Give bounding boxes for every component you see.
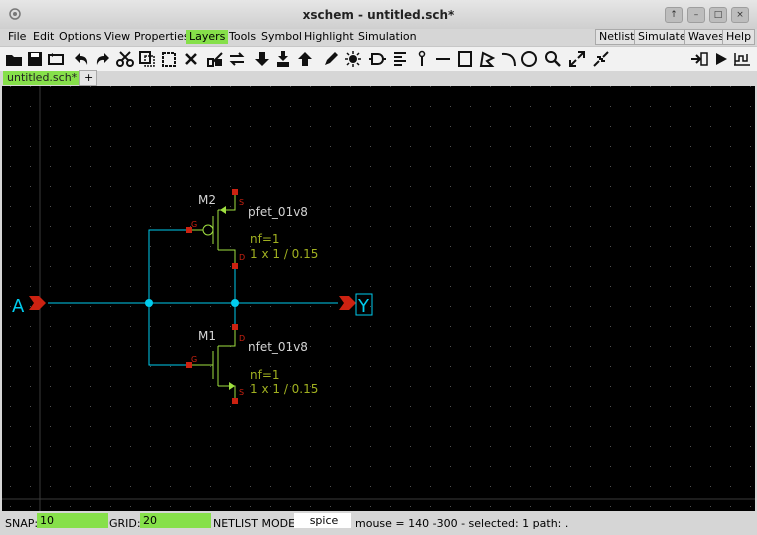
nmos-instance-name: M1 [198, 329, 216, 343]
menu-options[interactable]: Options [56, 30, 104, 44]
menu-edit[interactable]: Edit [30, 30, 57, 44]
netlist-export-icon[interactable] [690, 50, 708, 68]
go-up-icon[interactable] [296, 50, 314, 68]
menu-view[interactable]: View [101, 30, 133, 44]
window-close-button[interactable]: × [731, 7, 749, 23]
arc-icon[interactable] [500, 50, 518, 68]
rectangle-icon[interactable] [456, 50, 474, 68]
line-icon[interactable] [434, 50, 452, 68]
menu-netlist[interactable]: Netlist [595, 29, 639, 45]
circle-icon[interactable] [520, 50, 538, 68]
pmos-size: 1 x 1 / 0.15 [250, 247, 318, 261]
menu-simulate[interactable]: Simulate [634, 29, 691, 45]
pin-icon[interactable] [413, 50, 431, 68]
menu-tools[interactable]: Tools [226, 30, 259, 44]
junction-gate[interactable] [145, 299, 153, 307]
window-maximize-button[interactable]: □ [709, 7, 727, 23]
descend-symbol-icon[interactable] [274, 50, 292, 68]
open-folder-icon[interactable] [5, 50, 23, 68]
new-tab-button[interactable]: + [79, 70, 97, 86]
zoom-icon[interactable] [544, 50, 562, 68]
pmos-pin-d: D [239, 253, 245, 262]
status-info: mouse = 140 -300 - selected: 1 path: . [355, 517, 569, 530]
pmos-model-name: pfet_01v8 [248, 205, 308, 219]
toolbar [0, 46, 757, 72]
menu-file[interactable]: File [5, 30, 29, 44]
window-title: xschem - untitled.sch* [302, 8, 455, 22]
menu-help[interactable]: Help [722, 29, 756, 45]
descend-icon[interactable] [253, 50, 271, 68]
pmos-pin-g: G [191, 220, 197, 229]
window-up-button[interactable]: ↑ [665, 7, 683, 23]
nmos-pin-s: S [239, 388, 244, 397]
nmos-pin-d: D [239, 334, 245, 343]
polygon-icon[interactable] [478, 50, 496, 68]
window-minimize-button[interactable]: – [687, 7, 705, 23]
output-pin-label: Y [357, 296, 370, 317]
tab-bar: untitled.sch* + [0, 70, 757, 86]
tab-untitled[interactable]: untitled.sch* [3, 71, 82, 85]
delete-icon[interactable] [182, 50, 200, 68]
insert-symbol-icon[interactable] [206, 50, 224, 68]
netlist-mode-field[interactable]: spice [294, 513, 351, 528]
reload-icon[interactable] [47, 50, 65, 68]
junction-output[interactable] [231, 299, 239, 307]
nmos-model-name: nfet_01v8 [248, 340, 308, 354]
waveform-icon[interactable] [733, 50, 751, 68]
nmos-size: 1 x 1 / 0.15 [250, 382, 318, 396]
menu-symbol[interactable]: Symbol [258, 30, 305, 44]
simulate-play-icon[interactable] [712, 50, 730, 68]
zoom-in-icon[interactable] [568, 50, 586, 68]
menu-highlight[interactable]: Highlight [301, 30, 357, 44]
nmos-pin-g: G [191, 355, 197, 364]
pmos-nf: nf=1 [250, 232, 280, 246]
menu-simulation[interactable]: Simulation [355, 30, 420, 44]
align-icon[interactable] [391, 50, 409, 68]
status-bar: SNAP: 10 GRID: 20 NETLIST MODE: spice mo… [0, 511, 757, 535]
schematic-canvas[interactable]: A Y M2 pfet_01v8 nf=1 1 x 1 / 0.15 G S D… [2, 86, 755, 511]
grid-label: GRID: [109, 517, 141, 530]
snap-field[interactable]: 10 [37, 513, 108, 528]
pencil-icon[interactable] [322, 50, 340, 68]
snap-label: SNAP: [5, 517, 39, 530]
swap-icon[interactable] [228, 50, 246, 68]
pmos-pin-s: S [239, 198, 244, 207]
undo-icon[interactable] [72, 50, 90, 68]
grid-field[interactable]: 20 [140, 513, 211, 528]
title-bar: xschem - untitled.sch* ↑ – □ × [0, 0, 757, 30]
schematic-drawing[interactable]: A Y M2 pfet_01v8 nf=1 1 x 1 / 0.15 G S D… [2, 86, 755, 511]
input-pin-label: A [12, 296, 25, 317]
brightness-icon[interactable] [344, 50, 362, 68]
pmos-instance-name: M2 [198, 193, 216, 207]
menu-layers[interactable]: Layers [186, 30, 229, 44]
paste-icon[interactable] [160, 50, 178, 68]
gate-icon[interactable] [368, 50, 386, 68]
netlist-mode-label: NETLIST MODE: [213, 517, 299, 530]
menu-bar: File Edit Options View Properties Layers… [0, 29, 757, 45]
zoom-out-icon[interactable] [592, 50, 610, 68]
copy-icon[interactable] [138, 50, 156, 68]
cut-icon[interactable] [116, 50, 134, 68]
redo-icon[interactable] [94, 50, 112, 68]
save-icon[interactable] [26, 50, 44, 68]
nmos-nf: nf=1 [250, 368, 280, 382]
menu-properties[interactable]: Properties [131, 30, 193, 44]
